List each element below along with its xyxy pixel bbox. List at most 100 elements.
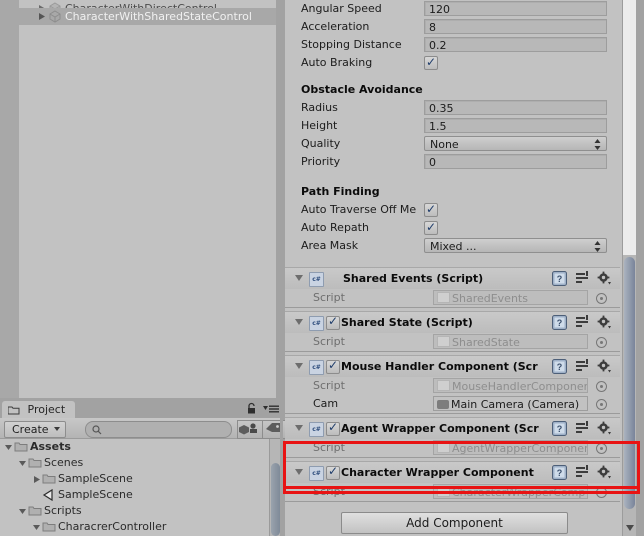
script-object-field[interactable]: MouseHandlerComponen <box>433 378 588 393</box>
preset-icon[interactable] <box>575 421 590 439</box>
search-field[interactable] <box>106 422 228 439</box>
expand-arrow-icon[interactable] <box>36 8 47 25</box>
field-value[interactable]: 0 <box>424 154 607 169</box>
component-row-script[interactable]: Script AgentWrapperComponer <box>285 439 620 457</box>
collapse-arrow-icon[interactable] <box>18 455 28 471</box>
hierarchy-row[interactable]: CharacterWithDirectControl <box>0 0 283 15</box>
script-object-field[interactable]: SharedState <box>433 334 588 349</box>
component-row-script[interactable]: Script SharedEvents <box>285 289 620 307</box>
inspector-scrollbar-thumb[interactable] <box>624 257 635 509</box>
collapse-arrow-icon[interactable] <box>295 363 303 369</box>
field-value[interactable]: 0.2 <box>424 37 607 52</box>
project-tree-item-samplescene-folder[interactable]: SampleScene <box>0 471 283 487</box>
hierarchy-panel[interactable]: CharacterWithDirectControl CharacterWith… <box>0 0 283 398</box>
gear-icon[interactable] <box>597 421 612 439</box>
help-icon[interactable]: ? <box>552 465 567 483</box>
field-value[interactable]: 120 <box>424 1 607 16</box>
field-value[interactable]: 1.5 <box>424 118 607 133</box>
hierarchy-empty-area[interactable] <box>19 34 283 398</box>
help-icon[interactable]: ? <box>552 421 567 439</box>
field-height[interactable]: Height 1.5 <box>285 117 620 135</box>
collapse-arrow-icon[interactable] <box>295 275 303 281</box>
project-tree[interactable]: Assets Scenes SampleScene SampleScene Sc… <box>0 439 283 536</box>
script-object-field[interactable]: AgentWrapperComponer <box>433 440 588 455</box>
collapse-arrow-icon[interactable] <box>4 439 14 455</box>
filter-by-type-button[interactable] <box>237 420 263 439</box>
area-mask-dropdown[interactable]: Mixed ... <box>424 238 607 253</box>
field-auto-repath[interactable]: Auto Repath ✓ <box>285 219 620 237</box>
project-tree-item-assets[interactable]: Assets <box>0 439 283 455</box>
collapse-arrow-icon[interactable] <box>18 503 28 519</box>
component-header[interactable]: c# ✓ Agent Wrapper Component (Scr ? <box>285 418 620 439</box>
gear-icon[interactable] <box>597 465 612 483</box>
field-priority[interactable]: Priority 0 <box>285 153 620 171</box>
project-tree-item-scenes[interactable]: Scenes <box>0 455 283 471</box>
preset-icon[interactable] <box>575 359 590 377</box>
tab-project[interactable]: Project <box>2 401 76 418</box>
gear-icon[interactable] <box>597 359 612 377</box>
component-row-script[interactable]: Script CharacterWrapperComp <box>285 483 620 501</box>
project-tree-item-scripts[interactable]: Scripts <box>0 503 283 519</box>
help-icon[interactable]: ? <box>552 315 567 333</box>
component-enable-checkbox[interactable]: ✓ <box>326 314 340 330</box>
object-picker-icon[interactable] <box>596 399 607 410</box>
create-button[interactable]: Create <box>4 421 66 438</box>
script-object-field[interactable]: CharacterWrapperComp <box>433 484 588 499</box>
object-picker-icon[interactable] <box>596 337 607 348</box>
field-auto-traverse-off-mesh-link[interactable]: Auto Traverse Off Me ✓ <box>285 201 620 219</box>
field-quality[interactable]: Quality None <box>285 135 620 153</box>
inspector-panel[interactable]: Angular Speed 120 Acceleration 8 Stoppin… <box>285 0 644 536</box>
inspector-scrollbar-track[interactable] <box>623 0 636 255</box>
component-enable-checkbox[interactable]: ✓ <box>326 420 340 436</box>
preset-icon[interactable] <box>575 315 590 333</box>
project-tree-item-characrercontroller[interactable]: CharacrerController <box>0 519 283 535</box>
auto-braking-checkbox[interactable]: ✓ <box>424 55 438 70</box>
object-picker-icon[interactable] <box>596 443 607 454</box>
script-object-field[interactable]: SharedEvents <box>433 290 588 305</box>
field-acceleration[interactable]: Acceleration 8 <box>285 18 620 36</box>
object-picker-icon[interactable] <box>596 381 607 392</box>
lock-icon[interactable] <box>246 402 257 418</box>
component-enable-checkbox[interactable]: ✓ <box>326 464 340 480</box>
project-panel[interactable]: Project Create Assets Scenes SampleScene… <box>0 400 288 536</box>
field-auto-braking[interactable]: Auto Braking ✓ <box>285 54 620 72</box>
hamburger-menu-icon[interactable] <box>263 402 279 418</box>
object-picker-icon[interactable] <box>596 487 607 498</box>
component-row-script[interactable]: Script MouseHandlerComponen <box>285 377 620 395</box>
scroll-down-arrow-icon[interactable] <box>626 525 634 531</box>
collapse-arrow-icon[interactable] <box>295 319 303 325</box>
object-picker-icon[interactable] <box>596 293 607 304</box>
preset-icon[interactable] <box>575 465 590 483</box>
help-icon[interactable]: ? <box>552 271 567 289</box>
gear-icon[interactable] <box>597 271 612 289</box>
expand-arrow-icon[interactable] <box>32 471 42 487</box>
field-angular-speed[interactable]: Angular Speed 120 <box>285 0 620 18</box>
field-area-mask[interactable]: Area Mask Mixed ... <box>285 237 620 255</box>
collapse-arrow-icon[interactable] <box>32 519 42 535</box>
project-scrollbar-thumb[interactable] <box>271 463 280 536</box>
component-header[interactable]: c# ✓ Character Wrapper Component ? <box>285 462 620 483</box>
collapse-arrow-icon[interactable] <box>295 425 303 431</box>
component-agent-wrapper[interactable]: c# ✓ Agent Wrapper Component (Scr ? Scri… <box>285 417 620 458</box>
component-row-script[interactable]: Script SharedState <box>285 333 620 351</box>
preset-icon[interactable] <box>575 271 590 289</box>
component-mouse-handler[interactable]: c# ✓ Mouse Handler Component (Scr ? Scri… <box>285 355 620 414</box>
component-header[interactable]: c# Shared Events (Script) ? <box>285 268 620 289</box>
add-component-button[interactable]: Add Component <box>341 512 568 534</box>
help-icon[interactable]: ? <box>552 359 567 377</box>
cam-object-field[interactable]: Main Camera (Camera) <box>433 396 588 411</box>
component-shared-state[interactable]: c# ✓ Shared State (Script) ? Script Shar… <box>285 311 620 352</box>
search-input[interactable] <box>85 421 232 439</box>
hierarchy-row-selected[interactable]: CharacterWithSharedStateControl <box>0 8 283 25</box>
field-value[interactable]: 0.35 <box>424 100 607 115</box>
project-tree-item-samplescene-asset[interactable]: SampleScene <box>0 487 283 503</box>
gear-icon[interactable] <box>597 315 612 333</box>
inspector-scrollbar[interactable] <box>622 0 636 536</box>
quality-dropdown[interactable]: None <box>424 136 607 151</box>
field-stopping-distance[interactable]: Stopping Distance 0.2 <box>285 36 620 54</box>
component-header[interactable]: c# ✓ Mouse Handler Component (Scr ? <box>285 356 620 377</box>
collapse-arrow-icon[interactable] <box>295 469 303 475</box>
component-header[interactable]: c# ✓ Shared State (Script) ? <box>285 312 620 333</box>
field-radius[interactable]: Radius 0.35 <box>285 99 620 117</box>
component-enable-checkbox[interactable]: ✓ <box>326 358 340 374</box>
